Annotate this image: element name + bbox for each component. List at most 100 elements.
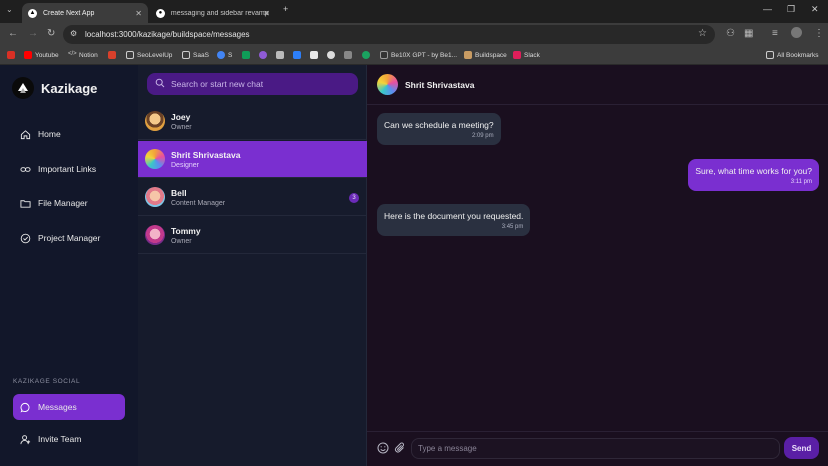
- search-placeholder: Search or start new chat: [171, 79, 264, 89]
- app: Kazikage Home Important Links File Manag…: [0, 65, 828, 466]
- message-bubble: Can we schedule a meeting? 2:09 pm: [377, 113, 501, 145]
- bookmark-s[interactable]: S: [217, 49, 232, 61]
- unread-badge: 3: [349, 193, 359, 203]
- bookmark-seolevelup[interactable]: SeoLevelUp: [126, 49, 172, 61]
- contact-name: Tommy: [171, 225, 201, 236]
- close-tab-icon[interactable]: ✕: [135, 9, 142, 18]
- sidebar-item-home[interactable]: Home: [13, 121, 125, 147]
- extension-icon[interactable]: ⚇: [726, 28, 735, 39]
- buildspace-icon: [464, 51, 472, 59]
- message-input[interactable]: Type a message: [411, 438, 780, 459]
- sidebar-item-important-links[interactable]: Important Links: [13, 156, 125, 182]
- site-info-icon[interactable]: ⚙: [70, 29, 77, 38]
- bookmark-green-s-icon[interactable]: [362, 49, 373, 61]
- tab-create-next-app[interactable]: ▲ Create Next App ✕: [22, 3, 148, 23]
- bookmark-star-icon[interactable]: ☆: [698, 28, 707, 39]
- bookmark-red-icon[interactable]: [108, 49, 119, 61]
- user-add-icon: [20, 434, 31, 445]
- sidebar-item-messages[interactable]: Messages: [13, 394, 125, 420]
- bookmark-purple-icon[interactable]: [259, 49, 270, 61]
- new-tab-icon[interactable]: +: [283, 4, 288, 14]
- bookmark-github-icon[interactable]: [327, 49, 338, 61]
- social-section-label: KAZIKAGE SOCIAL: [13, 378, 81, 385]
- maximize-icon[interactable]: ❐: [787, 4, 795, 15]
- gmail-bookmark-icon[interactable]: [7, 49, 18, 61]
- chat-list-item-bell[interactable]: Bell Content Manager 3: [138, 179, 367, 216]
- chatgpt-icon: [380, 51, 388, 59]
- search-icon: [155, 78, 165, 90]
- search-input[interactable]: Search or start new chat: [147, 73, 358, 95]
- contact-role: Owner: [171, 123, 192, 131]
- bookmark-buildspace[interactable]: Buildspace: [464, 49, 507, 61]
- avatar: [145, 111, 165, 131]
- google-icon: [217, 51, 225, 59]
- message-text: Sure, what time works for you?: [695, 166, 812, 176]
- send-button[interactable]: Send: [784, 437, 819, 459]
- reload-icon[interactable]: ↻: [47, 28, 55, 39]
- message-time: 3:45 pm: [501, 224, 524, 230]
- avatar: [145, 187, 165, 207]
- chat-list-item-shrit[interactable]: Shrit Shrivastava Designer: [138, 141, 367, 178]
- bookmark-doc-icon[interactable]: [310, 49, 321, 61]
- chat-list-item-tommy[interactable]: Tommy Owner: [138, 217, 367, 254]
- back-icon[interactable]: ←: [8, 28, 18, 39]
- all-bookmarks[interactable]: All Bookmarks: [766, 49, 819, 61]
- github-favicon-icon: ●: [156, 8, 165, 18]
- avatar[interactable]: [377, 74, 398, 95]
- bookmark-arrow-icon[interactable]: [293, 49, 304, 61]
- sidebar-item-label: Project Manager: [38, 233, 101, 243]
- bookmark-notion[interactable]: </> Notion: [68, 49, 98, 61]
- tab-list-icon[interactable]: ⌄: [6, 5, 13, 14]
- tab-title: Create Next App: [43, 9, 95, 17]
- message-time: 3:11 pm: [790, 179, 812, 185]
- chat-list-panel: Search or start new chat Joey Owner Shri…: [138, 65, 367, 466]
- message-time: 2:09 pm: [471, 133, 494, 139]
- sidebar: Kazikage Home Important Links File Manag…: [0, 65, 138, 466]
- browser-tab-bar: ⌄ ▲ Create Next App ✕ ● messaging and si…: [0, 0, 828, 23]
- bookmarks-bar: Youtube </> Notion SeoLevelUp SaaS S Be10…: [0, 46, 828, 65]
- contact-name: Shrit Shrivastava: [171, 149, 241, 160]
- contact-role: Owner: [171, 237, 192, 245]
- bookmark-youtube[interactable]: Youtube: [24, 49, 59, 61]
- sidebar-item-label: File Manager: [38, 198, 88, 208]
- bookmark-be10x[interactable]: Be10X GPT - by Be1...: [380, 49, 457, 61]
- url-input[interactable]: ⚙ localhost:3000/kazikage/buildspace/mes…: [63, 25, 715, 44]
- sidebar-item-project-manager[interactable]: Project Manager: [13, 225, 125, 251]
- address-bar-row: ← → ↻ ⚙ localhost:3000/kazikage/buildspa…: [0, 23, 828, 46]
- bookmark-saas[interactable]: SaaS: [182, 49, 209, 61]
- profile-avatar-icon[interactable]: [791, 27, 802, 38]
- contact-name: Bell: [171, 187, 187, 198]
- chat-panel: Shrit Shrivastava Can we schedule a meet…: [367, 65, 828, 466]
- tab-messaging[interactable]: ● messaging and sidebar revamp ✕: [150, 3, 276, 23]
- forward-icon[interactable]: →: [28, 28, 38, 39]
- folder-icon: [126, 51, 134, 59]
- attachment-icon[interactable]: [394, 442, 406, 457]
- link-icon: [20, 164, 31, 175]
- tab-title: messaging and sidebar revamp: [170, 9, 269, 17]
- chat-list-item-joey[interactable]: Joey Owner: [138, 103, 367, 140]
- close-window-icon[interactable]: ✕: [811, 4, 819, 15]
- contact-role: Designer: [171, 161, 200, 169]
- close-tab-icon[interactable]: ✕: [263, 9, 270, 18]
- kazikage-logo-icon: [12, 77, 34, 99]
- media-icon[interactable]: ≡: [772, 28, 778, 39]
- bookmark-slack[interactable]: Slack: [513, 49, 540, 61]
- chat-header-name: Shrit Shrivastava: [405, 79, 475, 90]
- emoji-icon[interactable]: [377, 442, 389, 457]
- sidebar-item-invite-team[interactable]: Invite Team: [13, 426, 125, 452]
- folder-icon: [766, 51, 774, 59]
- nextjs-favicon-icon: ▲: [28, 8, 37, 18]
- contact-name: Joey: [171, 111, 191, 122]
- bookmark-sheets-icon[interactable]: [242, 49, 253, 61]
- brand-name: Kazikage: [41, 80, 98, 96]
- url-text: localhost:3000/kazikage/buildspace/messa…: [85, 30, 250, 39]
- home-icon: [20, 129, 31, 140]
- extensions-puzzle-icon[interactable]: ▦: [744, 28, 753, 39]
- sidebar-item-file-manager[interactable]: File Manager: [13, 190, 125, 216]
- minimize-icon[interactable]: —: [763, 4, 772, 14]
- menu-kebab-icon[interactable]: ⋮: [814, 28, 824, 39]
- bookmark-robot-icon[interactable]: [276, 49, 287, 61]
- brand[interactable]: Kazikage: [12, 77, 97, 99]
- message-bubble: Sure, what time works for you? 3:11 pm: [688, 159, 819, 191]
- bookmark-gray-icon[interactable]: [344, 49, 355, 61]
